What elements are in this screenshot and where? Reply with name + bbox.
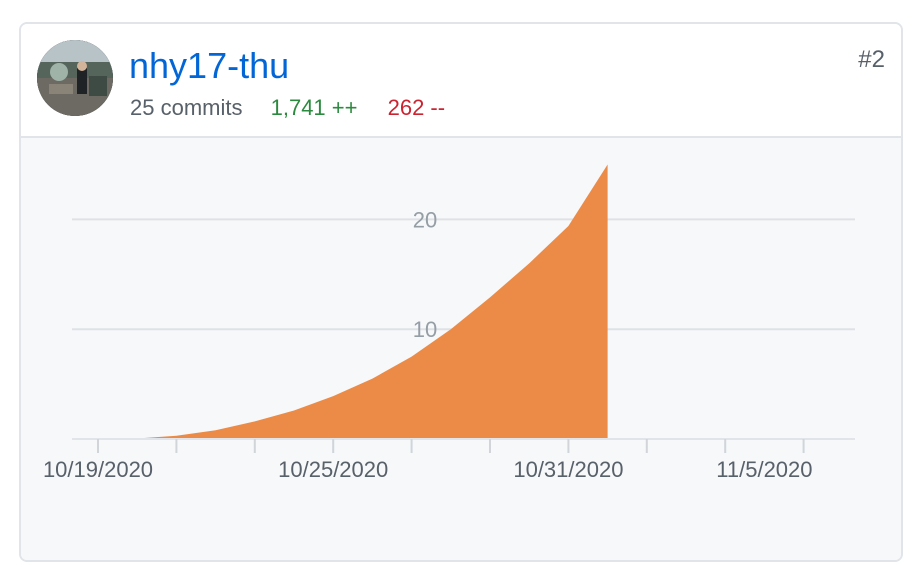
avatar-photo-icon	[37, 40, 113, 116]
commits-area	[98, 164, 608, 439]
contributor-card: nhy17-thu 25 commits 1,741 ++ 262 -- #2 …	[19, 22, 903, 562]
contributor-header: nhy17-thu 25 commits 1,741 ++ 262 -- #2	[21, 24, 901, 138]
avatar[interactable]	[37, 40, 113, 116]
y-tick-label: 20	[413, 207, 437, 232]
deletions-count: 262 --	[387, 95, 446, 120]
x-tick-label: 10/25/2020	[278, 457, 388, 482]
commits-count[interactable]: 25 commits	[130, 95, 242, 120]
x-tick-label: 10/19/2020	[43, 457, 153, 482]
username-link[interactable]: nhy17-thu	[129, 44, 289, 88]
contributions-chart-svg: 10 20 10/19/2020 10/25/2020 10/31/2020 11/5/2…	[43, 164, 855, 482]
x-tick-label: 11/5/2020	[716, 457, 812, 482]
contributions-chart: 10 20 10/19/2020 10/25/2020 10/31/2020 11/5/2…	[21, 138, 901, 560]
x-tick-label: 10/31/2020	[513, 457, 623, 482]
additions-count: 1,741 ++	[270, 95, 358, 120]
contributor-rank: #2	[858, 46, 885, 73]
contribution-stats: 25 commits 1,741 ++ 262 --	[130, 94, 445, 122]
y-tick-label: 10	[413, 317, 437, 342]
